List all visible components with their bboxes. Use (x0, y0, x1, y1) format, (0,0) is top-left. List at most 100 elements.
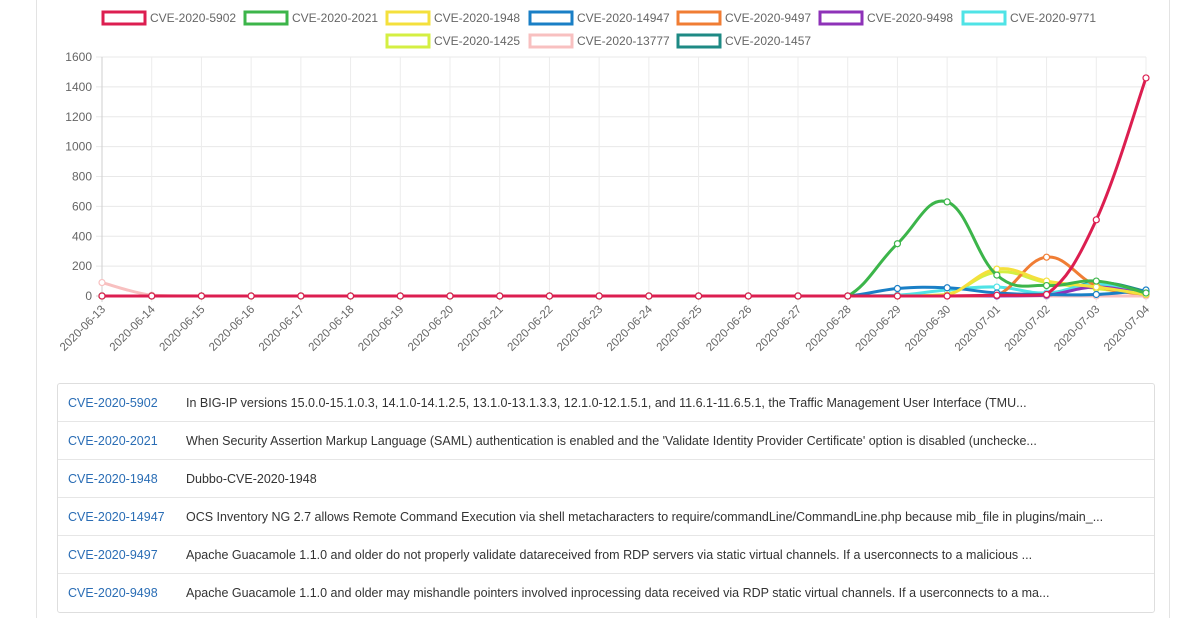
data-point[interactable] (943, 292, 951, 300)
y-tick-label: 800 (72, 170, 92, 184)
data-point[interactable] (98, 278, 106, 287)
data-point[interactable] (1042, 290, 1051, 299)
legend-item[interactable]: CVE-2020-1425 (385, 33, 520, 49)
data-point[interactable] (98, 292, 106, 300)
legend-swatch (961, 10, 1007, 26)
legend-item[interactable]: CVE-2020-1948 (385, 10, 520, 26)
x-tick-label: 2020-07-03 (1052, 304, 1102, 354)
data-point[interactable] (297, 292, 305, 300)
data-point[interactable] (1092, 290, 1100, 299)
data-point[interactable] (645, 292, 653, 300)
cve-description: Apache Guacamole 1.1.0 and older do not … (186, 547, 1033, 562)
x-tick-label: 2020-06-15 (157, 304, 207, 354)
data-point[interactable] (993, 283, 1001, 291)
legend-item[interactable]: CVE-2020-9497 (676, 10, 811, 26)
data-point[interactable] (1092, 283, 1100, 291)
legend-swatch (385, 10, 431, 26)
cve-id-link[interactable]: CVE-2020-9497 (58, 548, 186, 562)
x-tick-label: 2020-06-17 (257, 304, 307, 354)
cve-id-link[interactable]: CVE-2020-14947 (58, 510, 186, 524)
cve-description: Apache Guacamole 1.1.0 and older may mis… (186, 586, 1050, 600)
legend-item[interactable]: CVE-2020-9498 (818, 10, 953, 26)
x-tick-label: 2020-06-14 (108, 303, 159, 354)
legend-item[interactable]: CVE-2020-1457 (676, 33, 811, 49)
legend-item[interactable]: CVE-2020-2021 (243, 10, 378, 26)
data-point[interactable] (1092, 216, 1100, 224)
legend-label: CVE-2020-1948 (434, 11, 520, 25)
cve-list: CVE-2020-5902 In BIG-IP versions 15.0.0-1… (57, 383, 1155, 613)
x-tick-label: 2020-07-04 (1102, 303, 1153, 354)
cve-id-link[interactable]: CVE-2020-9498 (58, 586, 186, 600)
data-point[interactable] (396, 292, 404, 300)
x-tick-label: 2020-06-21 (456, 304, 506, 354)
data-point[interactable] (943, 198, 951, 206)
cve-id-link[interactable]: CVE-2020-2021 (58, 434, 186, 448)
x-tick-label: 2020-06-18 (307, 304, 357, 354)
data-point[interactable] (893, 292, 902, 300)
data-point[interactable] (346, 292, 355, 300)
data-point[interactable] (993, 271, 1001, 279)
cve-id-link[interactable]: CVE-2020-5902 (58, 396, 186, 410)
data-point[interactable] (148, 292, 156, 300)
y-tick-label: 400 (72, 229, 92, 243)
list-item: CVE-2020-2021 When Security Assertion Mar… (58, 422, 1154, 460)
cve-trend-chart: CVE-2020-5902 CVE-2020-2021 CVE-2020-1948 C… (58, 10, 1153, 354)
legend-swatch (101, 10, 147, 26)
list-item: CVE-2020-14947 OCS Inventory NG 2.7 allow… (58, 498, 1154, 536)
data-point[interactable] (496, 292, 504, 300)
x-tick-label: 2020-07-01 (953, 304, 1003, 354)
legend-item[interactable]: CVE-2020-14947 (528, 10, 670, 26)
y-tick-label: 1200 (65, 110, 92, 124)
legend-label: CVE-2020-1425 (434, 34, 520, 48)
x-tick-label: 2020-06-24 (605, 303, 656, 354)
x-tick-label: 2020-07-02 (1003, 304, 1053, 354)
data-point[interactable] (993, 291, 1001, 299)
x-tick-label: 2020-06-13 (58, 304, 108, 354)
y-axis: 0 200 400 600 800 1000 1200 1400 1600 (65, 50, 92, 303)
data-point[interactable] (545, 292, 554, 300)
data-point[interactable] (1092, 277, 1100, 285)
data-point[interactable] (446, 292, 454, 300)
x-tick-label: 2020-06-27 (754, 304, 804, 354)
legend-item[interactable]: CVE-2020-9771 (961, 10, 1096, 26)
data-point[interactable] (794, 292, 802, 300)
legend-label: CVE-2020-5902 (150, 11, 236, 25)
data-point[interactable] (1042, 253, 1051, 261)
x-tick-label: 2020-06-19 (356, 304, 406, 354)
x-tick-label: 2020-06-20 (406, 304, 456, 354)
list-item: CVE-2020-1948 Dubbo-CVE-2020-1948 (58, 460, 1154, 498)
data-point[interactable] (893, 284, 902, 293)
series-line (102, 199, 1147, 298)
legend-swatch (385, 33, 431, 49)
data-point[interactable] (247, 292, 255, 300)
legend-label: CVE-2020-1457 (725, 34, 811, 48)
legend-swatch (528, 10, 574, 26)
legend-swatch (243, 10, 289, 26)
data-point[interactable] (943, 284, 951, 292)
data-point[interactable] (1142, 74, 1150, 82)
data-point[interactable] (1142, 289, 1150, 297)
data-point[interactable] (744, 292, 752, 300)
data-point[interactable] (893, 240, 902, 248)
data-point[interactable] (844, 292, 852, 300)
chart-series (98, 74, 1150, 300)
legend-label: CVE-2020-14947 (577, 11, 670, 25)
legend-item[interactable]: CVE-2020-13777 (528, 33, 670, 49)
legend-swatch (676, 10, 722, 26)
series-line (102, 255, 1147, 298)
series-line (102, 77, 1148, 298)
data-point[interactable] (595, 292, 603, 300)
x-tick-label: 2020-06-23 (555, 304, 605, 354)
list-item: CVE-2020-9498 Apache Guacamole 1.1.0 and … (58, 574, 1154, 612)
y-tick-label: 1400 (65, 80, 92, 94)
y-tick-label: 600 (72, 199, 92, 213)
legend-label: CVE-2020-9497 (725, 11, 811, 25)
data-point[interactable] (1042, 281, 1051, 290)
data-point[interactable] (197, 292, 206, 300)
y-tick-label: 1600 (65, 50, 92, 64)
cve-id-link[interactable]: CVE-2020-1948 (58, 472, 186, 486)
x-tick-label: 2020-06-26 (704, 304, 754, 354)
legend-item[interactable]: CVE-2020-5902 (101, 10, 236, 26)
x-axis: 2020-06-13 2020-06-14 2020-06-15 2020-06-16… (58, 303, 1153, 354)
data-point[interactable] (694, 292, 703, 300)
